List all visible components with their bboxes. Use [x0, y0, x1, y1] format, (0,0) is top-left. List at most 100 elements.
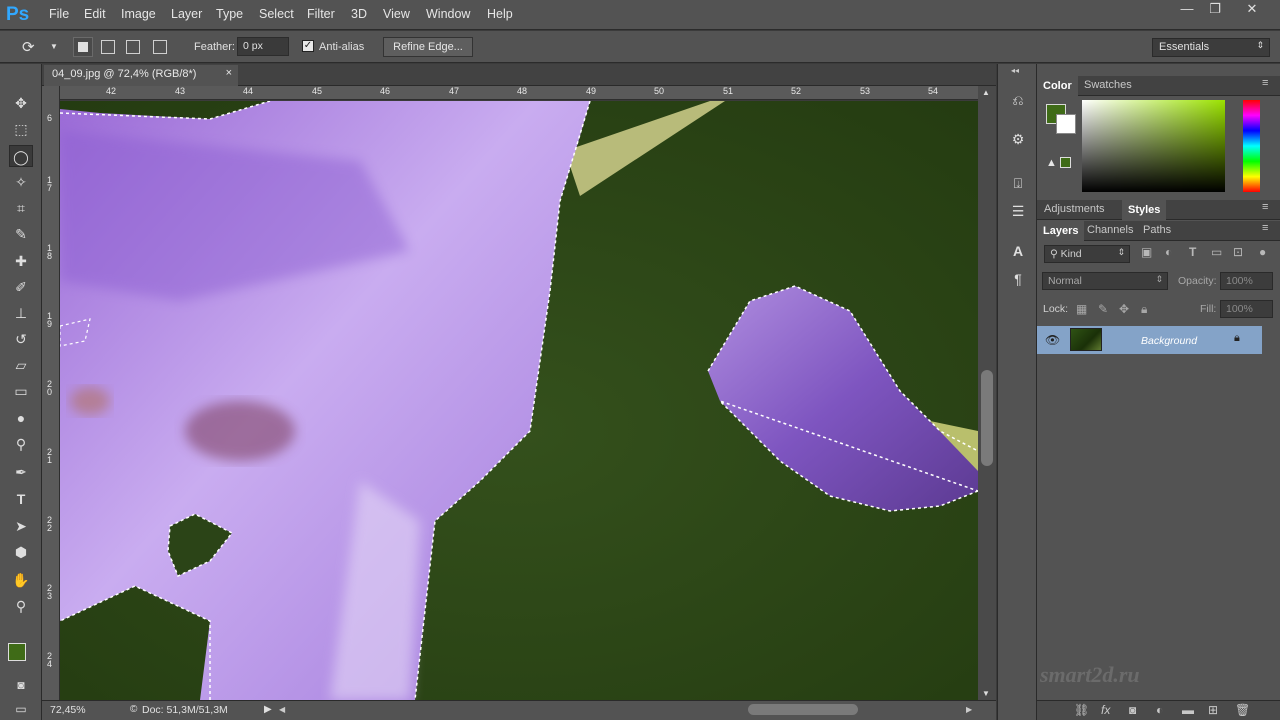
properties-panel-icon[interactable]: ⚙ [1006, 128, 1030, 150]
menu-help[interactable]: Help [487, 7, 513, 21]
scroll-right-icon[interactable]: ▶ [966, 705, 972, 714]
tab-swatches[interactable]: Swatches [1084, 79, 1132, 91]
refine-edge-button[interactable]: Refine Edge... [383, 37, 473, 57]
eraser-tool-icon[interactable]: ▱ [9, 354, 33, 376]
zoom-tool-icon[interactable]: ⚲ [9, 595, 33, 617]
menu-type[interactable]: Type [216, 7, 243, 21]
filter-pixel-icon[interactable]: ▣ [1141, 245, 1152, 259]
tab-layers[interactable]: Layers [1037, 221, 1085, 241]
vertical-scroll-thumb[interactable] [981, 370, 993, 466]
collapse-dock-icon[interactable]: ◂◂ [1011, 66, 1019, 75]
restore-button[interactable]: ❐ [1201, 2, 1229, 18]
lock-transparent-icon[interactable]: ▦ [1076, 302, 1087, 316]
document-canvas[interactable] [60, 101, 978, 700]
eye-visibility-icon[interactable]: 👁︎ [1045, 333, 1060, 347]
eyedropper-tool-icon[interactable]: ✎ [9, 223, 33, 245]
add-to-selection-button[interactable] [101, 40, 115, 54]
horizontal-scroll-thumb[interactable] [748, 704, 858, 715]
panel-menu-icon[interactable]: ≡ [1262, 77, 1268, 89]
trash-icon[interactable]: 🗑︎ [1235, 703, 1250, 717]
color-spectrum-field[interactable] [1082, 100, 1225, 192]
dodge-tool-icon[interactable]: ⚲ [9, 433, 33, 455]
subtract-from-selection-button[interactable] [126, 40, 140, 54]
antialias-checkbox[interactable]: ✓ [302, 40, 314, 52]
pen-tool-icon[interactable]: ✒ [9, 461, 33, 483]
history-brush-tool-icon[interactable]: ↺ [9, 328, 33, 350]
menu-view[interactable]: View [383, 7, 410, 21]
close-tab-icon[interactable]: × [226, 67, 232, 79]
tab-color[interactable]: Color [1037, 76, 1078, 96]
new-selection-button[interactable] [73, 37, 93, 57]
shape-tool-icon[interactable]: ⬢ [9, 541, 33, 563]
opacity-input[interactable]: 100% [1220, 272, 1273, 290]
hue-slider[interactable] [1243, 100, 1260, 192]
panel-menu-icon[interactable]: ≡ [1262, 222, 1268, 234]
healing-brush-tool-icon[interactable]: ✚ [9, 250, 33, 272]
lock-all-icon[interactable]: 🔒︎ [1141, 302, 1147, 317]
gradient-tool-icon[interactable]: ▭ [9, 380, 33, 402]
marquee-tool-icon[interactable]: ⬚ [9, 118, 33, 140]
blur-tool-icon[interactable]: ● [9, 407, 33, 429]
workspace-select[interactable]: Essentials ⇕ [1152, 38, 1270, 57]
screen-mode-icon[interactable]: ▭ [9, 698, 33, 720]
scroll-left-icon[interactable]: ◀ [279, 705, 285, 714]
filter-toggle-icon[interactable]: ● [1259, 245, 1266, 259]
menu-image[interactable]: Image [121, 7, 156, 21]
scroll-down-icon[interactable]: ▼ [982, 689, 990, 698]
menu-file[interactable]: File [49, 7, 69, 21]
brush-panel-icon[interactable]: ⍗ [1006, 172, 1030, 194]
blend-mode-select[interactable]: Normal ⇕ [1042, 272, 1168, 290]
lasso-preset-icon[interactable]: ⟳ [22, 38, 35, 56]
feather-input[interactable]: 0 px [237, 37, 289, 56]
tab-paths[interactable]: Paths [1143, 224, 1171, 236]
adjustment-layer-icon[interactable]: ◐ [1156, 703, 1163, 717]
menu-layer[interactable]: Layer [171, 7, 202, 21]
lock-position-icon[interactable]: ✥ [1119, 302, 1129, 316]
menu-3d[interactable]: 3D [351, 7, 367, 21]
web-safe-color-icon[interactable] [1060, 157, 1071, 168]
document-tab[interactable]: 04_09.jpg @ 72,4% (RGB/8*) × [44, 65, 238, 86]
close-window-button[interactable]: ✕ [1238, 2, 1266, 18]
history-panel-icon[interactable]: ⎌ [1006, 89, 1030, 111]
adjust-panel-icon[interactable]: ☰ [1006, 200, 1030, 222]
zoom-level[interactable]: 72,45% [50, 704, 86, 716]
chevron-down-icon[interactable]: ▼ [50, 42, 58, 51]
fx-icon[interactable]: fx [1101, 703, 1110, 717]
path-selection-tool-icon[interactable]: ➤ [9, 515, 33, 537]
move-tool-icon[interactable]: ✥ [9, 92, 33, 114]
ruler-horizontal[interactable]: 42 43 44 45 46 47 48 49 50 51 52 53 54 [60, 86, 978, 100]
filter-smart-object-icon[interactable]: ⊡ [1233, 245, 1243, 259]
menu-window[interactable]: Window [426, 7, 470, 21]
type-tool-icon[interactable]: T [9, 488, 33, 510]
brush-tool-icon[interactable]: ✐ [9, 276, 33, 298]
lock-pixels-icon[interactable]: ✎ [1098, 302, 1108, 316]
fill-input[interactable]: 100% [1220, 300, 1273, 318]
tab-adjustments[interactable]: Adjustments [1044, 203, 1105, 215]
quick-mask-icon[interactable]: ◙ [9, 674, 33, 696]
layer-filter-kind[interactable]: ⚲ Kind ⇕ [1044, 245, 1130, 263]
scroll-up-icon[interactable]: ▲ [982, 88, 990, 97]
filter-shape-icon[interactable]: ▭ [1211, 245, 1222, 259]
intersect-selection-button[interactable] [153, 40, 167, 54]
color-panel-background-swatch[interactable] [1056, 114, 1076, 134]
new-group-icon[interactable]: ▬ [1182, 703, 1194, 717]
link-layers-icon[interactable]: ⛓ [1074, 703, 1089, 717]
status-menu-arrow-icon[interactable]: ▶ [264, 704, 272, 715]
character-panel-icon[interactable]: A [1006, 240, 1030, 262]
filter-adjustment-icon[interactable]: ◐ [1165, 245, 1172, 259]
filter-type-icon[interactable]: T [1189, 245, 1196, 259]
lasso-tool-icon[interactable]: ◯ [9, 145, 33, 167]
new-layer-icon[interactable]: ⊞ [1208, 703, 1218, 717]
minimize-button[interactable]: — [1173, 2, 1201, 18]
menu-filter[interactable]: Filter [307, 7, 335, 21]
foreground-color-swatch[interactable] [8, 643, 26, 661]
menu-edit[interactable]: Edit [84, 7, 106, 21]
hand-tool-icon[interactable]: ✋ [9, 569, 33, 591]
crop-tool-icon[interactable]: ⌗ [9, 197, 33, 219]
layer-name[interactable]: Background [1141, 335, 1197, 347]
add-mask-icon[interactable]: ◙ [1129, 703, 1136, 717]
paragraph-panel-icon[interactable]: ¶ [1006, 268, 1030, 290]
tab-channels[interactable]: Channels [1087, 224, 1133, 236]
magic-wand-tool-icon[interactable]: ✧ [9, 171, 33, 193]
menu-select[interactable]: Select [259, 7, 294, 21]
